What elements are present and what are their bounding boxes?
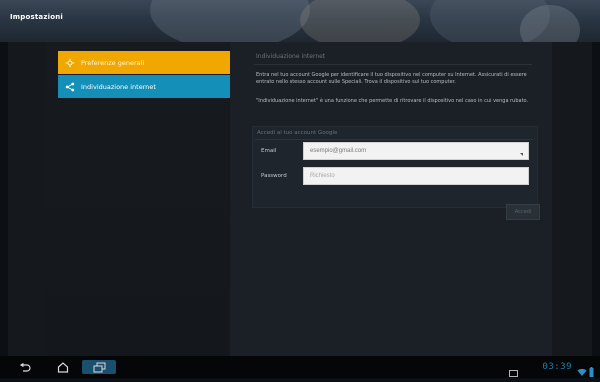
login-button[interactable]: Accedi: [506, 204, 540, 220]
email-label: Email: [261, 148, 277, 154]
settings-sidebar: Preferenze generali Individuazione inter…: [46, 42, 230, 356]
battery-icon: [589, 362, 594, 381]
system-navigation-bar: 03:39: [0, 356, 600, 378]
sidebar-item-label: Individuazione internet: [81, 82, 156, 91]
login-heading: Accedi al tuo account Google: [257, 130, 338, 136]
divider: [255, 139, 533, 140]
divider: [254, 64, 532, 65]
status-icons: [577, 362, 594, 381]
back-button[interactable]: [16, 360, 34, 374]
settings-content: Preferenze generali Individuazione inter…: [8, 42, 592, 356]
email-value: esempio@gmail.com: [310, 148, 367, 154]
recent-apps-button[interactable]: [82, 360, 116, 374]
dropdown-caret-icon: [520, 153, 523, 156]
back-icon: [19, 358, 31, 377]
home-button[interactable]: [54, 360, 72, 374]
sidebar-item-general-preferences[interactable]: Preferenze generali: [58, 51, 230, 74]
recent-apps-icon: [93, 358, 106, 377]
sidebar-item-label: Preferenze generali: [81, 58, 145, 67]
status-clock: 03:39: [542, 362, 572, 372]
section-title: Individuazione internet: [256, 53, 326, 60]
login-form: Accedi al tuo account Google Email esemp…: [252, 126, 538, 208]
screenshot-icon: [509, 363, 518, 382]
password-placeholder: Richiesto: [310, 173, 335, 179]
share-icon: [65, 82, 75, 92]
password-field[interactable]: Richiesto: [303, 167, 529, 185]
email-field[interactable]: esempio@gmail.com: [303, 142, 529, 160]
description-paragraph: Entra nel tuo account Google per identif…: [256, 72, 527, 85]
title-bar: Impostazioni: [0, 0, 600, 42]
sidebar-item-internet-discovery[interactable]: Individuazione internet: [58, 75, 230, 98]
page-title: Impostazioni: [10, 13, 64, 21]
wifi-icon: [577, 362, 587, 381]
detail-pane: Individuazione internet Entra nel tuo ac…: [230, 42, 552, 356]
password-label: Password: [261, 173, 287, 179]
settings-icon: [65, 58, 75, 68]
description-paragraph-2: "Individuazione internet" è una funzione…: [256, 98, 529, 104]
home-icon: [57, 358, 69, 377]
